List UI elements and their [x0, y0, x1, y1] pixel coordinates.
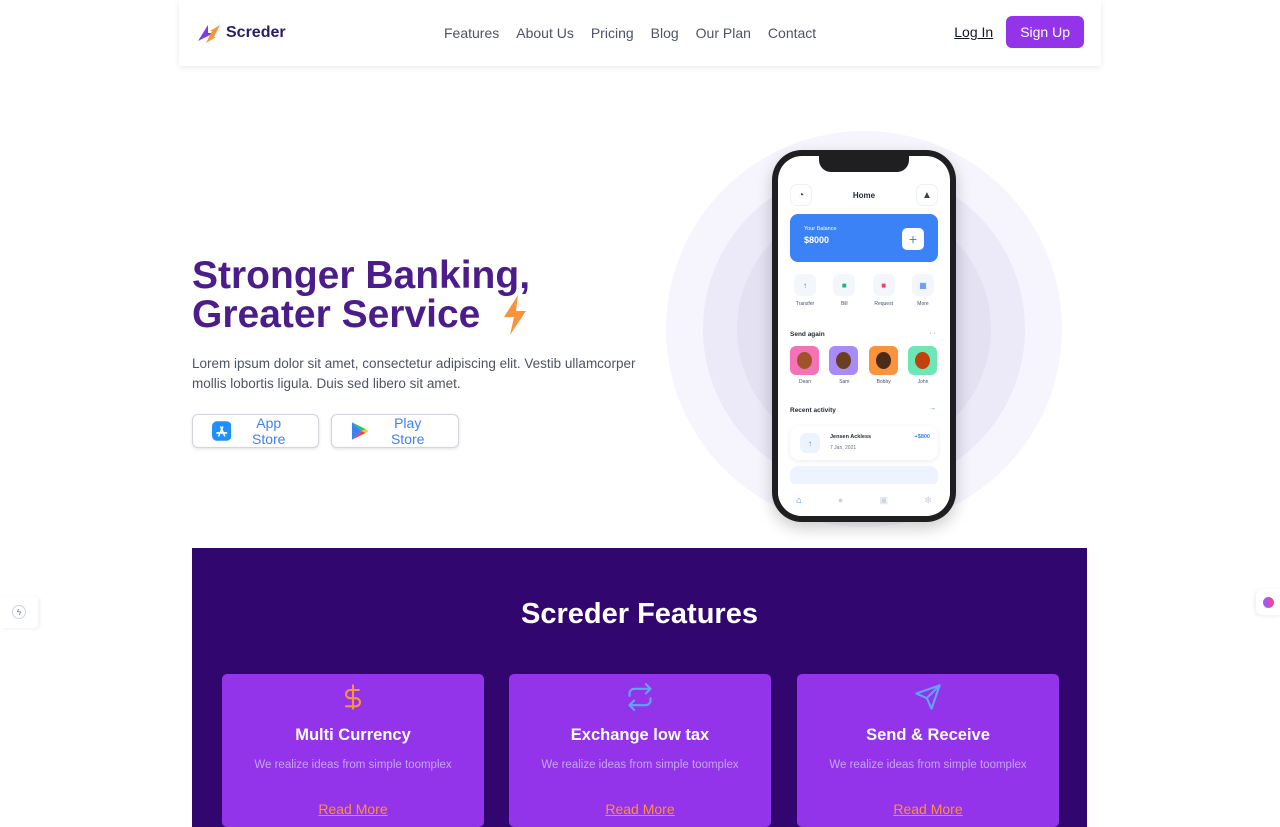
- hero-title-line1: Stronger Banking,: [192, 254, 531, 297]
- phone-action-bill: ■ Bill: [827, 274, 861, 307]
- person-name: Sam: [839, 379, 850, 385]
- login-link[interactable]: Log In: [954, 24, 993, 40]
- play-store-button[interactable]: Play Store: [331, 414, 459, 448]
- exchange-icon: [628, 683, 652, 711]
- bell-icon: ▲: [915, 184, 938, 206]
- phone-notch: [819, 156, 909, 172]
- arrow-up-icon: ↑: [800, 433, 820, 453]
- side-widget-right[interactable]: [1256, 589, 1280, 615]
- lightning-icon: [504, 295, 527, 335]
- feature-card-text: We realize ideas from simple toomplex: [254, 759, 452, 771]
- plus-icon: +: [902, 228, 924, 250]
- person-dean: Dean: [790, 346, 820, 385]
- read-more-link[interactable]: Read More: [605, 801, 674, 817]
- activity-date: 7 Jan, 2021: [830, 445, 857, 451]
- phone-actions: ↑ Transfer ■ Bill ■ Request ▦ More: [788, 274, 940, 307]
- read-more-link[interactable]: Read More: [318, 801, 387, 817]
- features-section: Screder Features Multi Currency We reali…: [192, 548, 1087, 827]
- avatar: [907, 346, 937, 375]
- play-store-icon: [351, 422, 369, 440]
- nav-link-our-plan[interactable]: Our Plan: [696, 25, 751, 41]
- feature-card-text: We realize ideas from simple toomplex: [829, 759, 1027, 771]
- extension-icon: [1262, 596, 1274, 608]
- phone-tabbar: ⌂ ● ▣ ✻: [778, 484, 950, 516]
- phone-action-label: Bill: [840, 301, 848, 307]
- person-bobby: Bobby: [868, 346, 899, 385]
- nav-link-blog[interactable]: Blog: [651, 25, 679, 41]
- balance-card: Your Balance $8000 +: [790, 214, 938, 262]
- send-again-list: Dean Sam Bobby John: [790, 346, 938, 385]
- person-sam: Sam: [829, 346, 859, 385]
- feature-card-title: Multi Currency: [295, 726, 411, 744]
- phone-action-label: Request: [874, 301, 893, 307]
- phone-action-label: More: [917, 301, 929, 307]
- main-nav: Features About Us Pricing Blog Our Plan …: [444, 0, 816, 66]
- phone-screen: ◔ Home ▲ Your Balance $8000 + ↑ Transfer …: [778, 156, 950, 516]
- send-again-title: Send again: [790, 331, 825, 338]
- settings-icon: ✻: [924, 494, 932, 505]
- phone-home-title: Home: [852, 190, 876, 200]
- phone-action-more: ▦ More: [906, 274, 940, 307]
- phone-action-label: Transfer: [795, 301, 815, 307]
- card-icon: ▣: [879, 494, 889, 505]
- hero-title-line2: Greater Service: [192, 293, 481, 336]
- features-title: Screder Features: [521, 598, 758, 630]
- nav-link-features[interactable]: Features: [444, 25, 499, 41]
- avatar: [868, 346, 898, 375]
- feature-card-exchange: Exchange low tax We realize ideas from s…: [509, 674, 771, 827]
- nav-link-pricing[interactable]: Pricing: [591, 25, 634, 41]
- activity-item: ↑ Jensen Ackless 7 Jan, 2021 +$800: [790, 426, 938, 460]
- phone-action-transfer: ↑ Transfer: [788, 274, 822, 307]
- feature-card-text: We realize ideas from simple toomplex: [541, 759, 739, 771]
- person-name: Dean: [799, 379, 811, 385]
- grid-icon: ▦: [911, 274, 934, 296]
- logo-text: Screder: [226, 24, 286, 41]
- compass-icon: ●: [837, 495, 844, 505]
- home-icon: ⌂: [796, 495, 802, 505]
- read-more-link[interactable]: Read More: [893, 801, 962, 817]
- feature-card-send-receive: Send & Receive We realize ideas from sim…: [797, 674, 1059, 827]
- app-store-button[interactable]: App Store: [192, 414, 319, 448]
- person-john: John: [907, 346, 938, 385]
- send-icon: [915, 684, 941, 710]
- logo-mark-icon: [198, 25, 220, 43]
- person-name: John: [917, 379, 929, 385]
- pie-chart-icon: ◔: [790, 184, 812, 206]
- avatar: [829, 346, 859, 375]
- navbar: Screder Features About Us Pricing Blog O…: [179, 0, 1101, 66]
- feature-card-title: Send & Receive: [866, 726, 990, 744]
- signup-button[interactable]: Sign Up: [1006, 16, 1084, 48]
- nav-actions: Log In Sign Up: [954, 16, 1084, 48]
- lightning-small-icon: ϟ: [12, 605, 26, 619]
- dollar-icon: [344, 684, 362, 710]
- app-store-label: App Store: [251, 415, 286, 447]
- arrow-right-icon: →: [929, 405, 936, 412]
- nav-link-contact[interactable]: Contact: [768, 25, 816, 41]
- page: Screder Features About Us Pricing Blog O…: [0, 0, 1280, 827]
- feature-card-multi-currency: Multi Currency We realize ideas from sim…: [222, 674, 484, 827]
- phone-action-request: ■ Request: [867, 274, 901, 307]
- avatar: [790, 346, 819, 375]
- phone-header: ◔ Home ▲: [790, 184, 938, 206]
- document-icon: ■: [872, 274, 895, 296]
- recent-activity-title: Recent activity: [790, 407, 836, 414]
- activity-name: Jensen Ackless: [830, 434, 872, 440]
- side-widget-left[interactable]: ϟ: [0, 596, 38, 628]
- arrow-up-icon: ↑: [794, 274, 816, 296]
- more-dots-icon: · ·: [929, 330, 936, 337]
- wallet-icon: ■: [833, 274, 856, 296]
- person-name: Bobby: [876, 379, 891, 385]
- app-store-icon: [212, 421, 232, 441]
- logo[interactable]: Screder: [196, 21, 286, 45]
- play-store-label: Play Store: [390, 415, 425, 447]
- hero-description: Lorem ipsum dolor sit amet, consectetur …: [192, 356, 636, 391]
- nav-link-about-us[interactable]: About Us: [516, 25, 574, 41]
- phone-mockup: ◔ Home ▲ Your Balance $8000 + ↑ Transfer …: [772, 150, 956, 522]
- hero-title: Stronger Banking, Greater Service: [192, 256, 612, 335]
- activity-item-partial: [790, 466, 938, 486]
- activity-amount: +$800: [914, 434, 930, 440]
- feature-card-title: Exchange low tax: [570, 726, 710, 744]
